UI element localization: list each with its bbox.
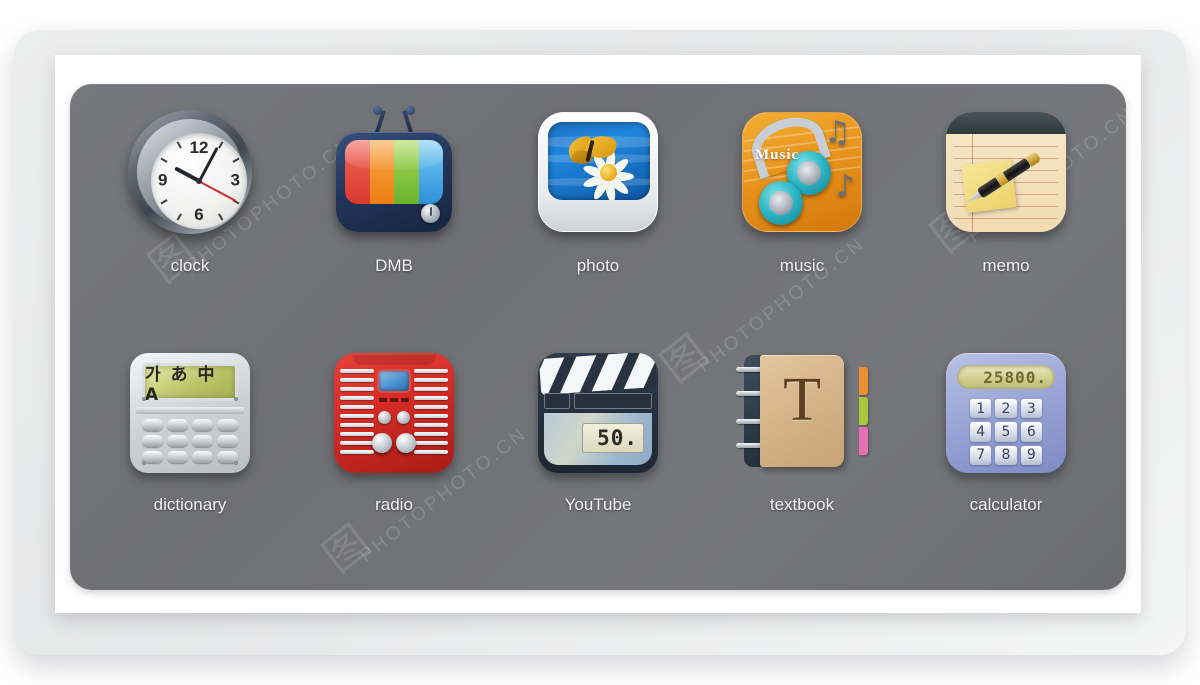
radio-display <box>377 369 411 393</box>
tv-knob <box>421 204 440 223</box>
radio-button[interactable] <box>378 411 391 424</box>
icon-panel: 图 PHOTOPHOTO.CN 图 PHOTOPHOTO.CN 图 PHOTOP… <box>70 84 1126 590</box>
clock-numeral: 9 <box>158 170 168 190</box>
screenshot-root: memo 25800. 1 2 3 4 5 6 7 8 9 calculator… <box>0 0 1200 685</box>
photo-icon[interactable] <box>530 106 666 242</box>
app-item-calculator[interactable]: 25800. 1 2 3 4 5 6 7 8 9 calculator <box>904 341 1108 576</box>
calculator-display: 25800. <box>957 365 1055 389</box>
clapper-top <box>538 353 658 396</box>
photo-thumbnail <box>548 122 650 200</box>
clapper-lcd-value: 50. <box>597 426 638 450</box>
memo-header-bar <box>946 112 1066 134</box>
app-item-radio[interactable]: radio <box>292 341 496 576</box>
radio-speaker-grille <box>340 369 374 457</box>
music-note-icon: ♪ <box>835 169 855 204</box>
calculator-keypad[interactable]: 1 2 3 4 5 6 7 8 9 <box>970 399 1042 465</box>
clock-icon[interactable]: 12 3 6 9 <box>122 106 258 242</box>
television-icon[interactable] <box>326 106 462 242</box>
app-item-youtube[interactable]: 50. YouTube <box>496 341 700 576</box>
memo-notepad-icon[interactable] <box>938 106 1074 242</box>
app-label-photo: photo <box>576 256 620 275</box>
calculator-icon[interactable]: 25800. 1 2 3 4 5 6 7 8 9 <box>938 347 1074 483</box>
app-label-memo: memo <box>982 256 1030 275</box>
book-tab <box>859 427 868 455</box>
calculator-key[interactable]: 3 <box>1020 399 1042 419</box>
app-label-youtube: YouTube <box>564 495 632 514</box>
app-item-photo[interactable]: photo <box>496 106 700 341</box>
app-item-memo[interactable]: memo <box>904 106 1108 341</box>
app-item-music[interactable]: ♫ ♪ Music music <box>700 106 904 341</box>
app-label-radio: radio <box>375 495 413 514</box>
clock-numeral: 12 <box>189 138 209 157</box>
icon-grid: 12 3 6 9 clock DMB photo ♫ ♪ Music music… <box>70 84 1126 590</box>
calculator-key[interactable]: 2 <box>995 399 1017 419</box>
textbook-icon[interactable]: T <box>734 347 870 483</box>
music-headphones-icon[interactable]: ♫ ♪ Music <box>734 106 870 242</box>
clapperboard-icon[interactable]: 50. <box>530 347 666 483</box>
app-label-music: music <box>779 256 825 275</box>
app-item-dmb[interactable]: DMB <box>292 106 496 341</box>
app-label-calculator: calculator <box>969 495 1043 514</box>
music-overlay-text: Music <box>755 147 800 163</box>
radio-speaker-grille <box>414 369 448 457</box>
clapper-lcd: 50. <box>582 423 644 453</box>
radio-knob[interactable] <box>396 433 416 453</box>
headphone-cup <box>759 181 803 225</box>
book-tab <box>859 397 868 425</box>
calculator-key[interactable]: 9 <box>1020 445 1042 465</box>
clapper-panel: 50. <box>544 413 652 465</box>
calculator-key[interactable]: 4 <box>970 422 992 442</box>
app-item-clock[interactable]: 12 3 6 9 clock <box>88 106 292 341</box>
dictionary-icon[interactable]: 가 あ 中 A <box>122 347 258 483</box>
book-cover-letter: T <box>783 366 821 434</box>
dictionary-keypad[interactable] <box>142 419 238 463</box>
clock-numeral: 3 <box>230 170 240 190</box>
radio-knob[interactable] <box>372 433 392 453</box>
app-label-textbook: textbook <box>769 495 835 514</box>
calculator-display-value: 25800. <box>983 367 1047 387</box>
app-item-dictionary[interactable]: 가 あ 中 A dictionary <box>88 341 292 576</box>
app-label-dmb: DMB <box>375 256 413 275</box>
clock-center-pin <box>196 178 202 184</box>
calculator-key[interactable]: 8 <box>995 445 1017 465</box>
dictionary-screen-text: 가 あ 中 A <box>145 364 217 405</box>
book-tab <box>859 367 868 395</box>
radio-button[interactable] <box>397 411 410 424</box>
dictionary-screen: 가 あ 中 A <box>142 363 238 405</box>
app-item-textbook[interactable]: T textbook <box>700 341 904 576</box>
calculator-key[interactable]: 6 <box>1020 422 1042 442</box>
clock-numeral: 6 <box>194 205 204 224</box>
app-label-dictionary: dictionary <box>153 495 227 514</box>
calculator-key[interactable]: 5 <box>995 422 1017 442</box>
calculator-key[interactable]: 1 <box>970 399 992 419</box>
book-cover: T <box>760 355 844 467</box>
music-note-icon: ♫ <box>824 115 851 150</box>
butterfly <box>565 134 618 170</box>
app-label-clock: clock <box>170 256 210 275</box>
radio-icon[interactable] <box>326 347 462 483</box>
calculator-key[interactable]: 7 <box>970 445 992 465</box>
